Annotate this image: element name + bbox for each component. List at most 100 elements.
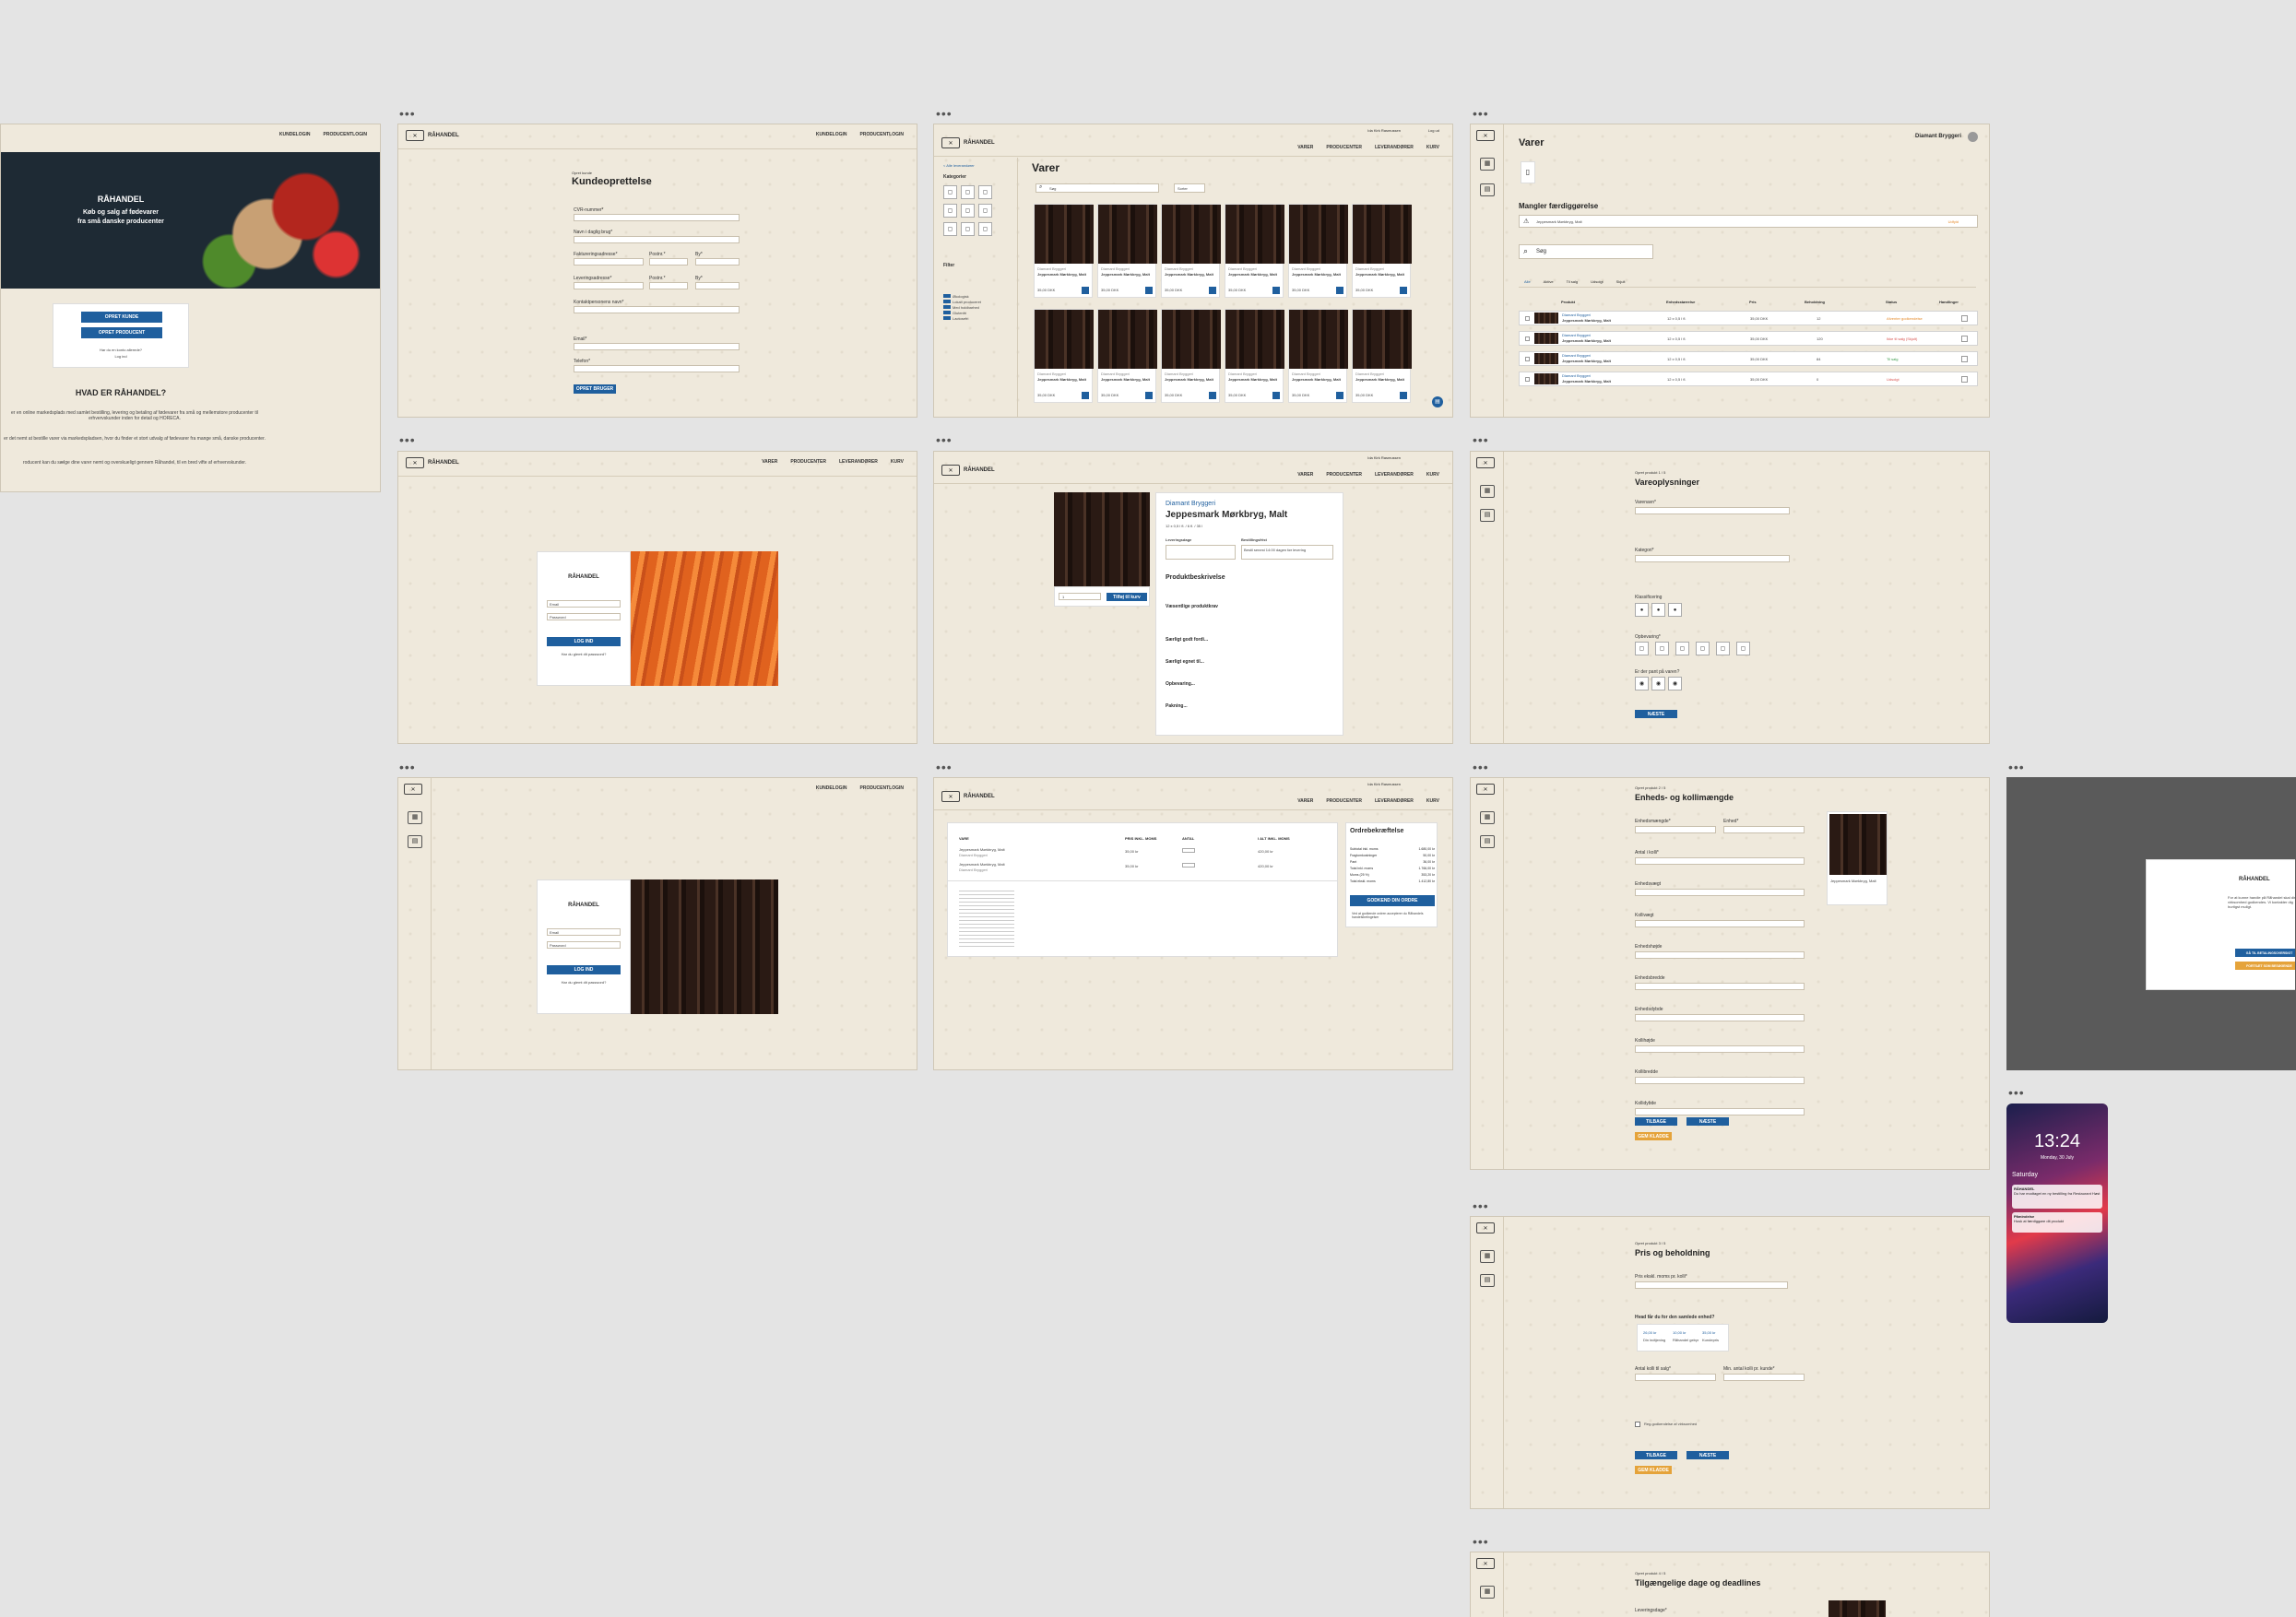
- product-card[interactable]: Diamant Bryggeri Jeppesmark Mørkbryg, Mal…: [1225, 204, 1284, 298]
- category-icon[interactable]: ▢: [943, 222, 957, 236]
- logo[interactable]: ✕: [1476, 784, 1495, 795]
- logout-link[interactable]: Log ud: [1428, 128, 1439, 133]
- billing-input[interactable]: [574, 258, 644, 266]
- storage-icon[interactable]: ▢: [1716, 642, 1730, 655]
- quantity-stepper[interactable]: [1182, 848, 1195, 853]
- tab-active[interactable]: Aktive: [1544, 279, 1554, 284]
- tab-all[interactable]: Alle: [1524, 279, 1531, 284]
- nav-kundelogin[interactable]: KUNDELOGIN: [816, 785, 847, 791]
- payment-overview-button[interactable]: GÅ TIL BETALINGSOVERSIGT: [2235, 949, 2295, 957]
- create-user-button[interactable]: OPRET BRUGER: [574, 384, 616, 394]
- classification-icon[interactable]: ●: [1635, 603, 1649, 617]
- step2-input[interactable]: [1635, 1077, 1805, 1084]
- product-card[interactable]: Diamant Bryggeri Jeppesmark Mørkbryg, Mal…: [1288, 309, 1348, 403]
- producer-name[interactable]: Diamant Bryggeri: [1166, 501, 1215, 507]
- email-field[interactable]: Email: [547, 928, 621, 936]
- search-input[interactable]: ⌕ Søg: [1519, 244, 1653, 259]
- nav-kundelogin[interactable]: KUNDELOGIN: [279, 132, 311, 137]
- product-card[interactable]: Diamant Bryggeri Jeppesmark Mørkbryg, Mal…: [1352, 309, 1412, 403]
- price-input[interactable]: [1635, 1281, 1788, 1289]
- category-icon[interactable]: ▢: [961, 185, 975, 199]
- orders-icon[interactable]: ▤: [408, 835, 422, 848]
- add-to-cart-button[interactable]: Tilføj til kurv: [1107, 593, 1147, 601]
- storage-icon[interactable]: ▢: [1655, 642, 1669, 655]
- row-checkbox[interactable]: [1525, 316, 1530, 321]
- step2-input[interactable]: [1635, 1014, 1805, 1021]
- approval-checkbox[interactable]: [1635, 1422, 1640, 1427]
- add-to-cart-icon[interactable]: [1272, 392, 1280, 399]
- product-card[interactable]: Diamant Bryggeri Jeppesmark Mørkbryg, Mal…: [1034, 309, 1094, 403]
- products-icon[interactable]: ▦: [1480, 1250, 1495, 1263]
- min-order-input[interactable]: [1723, 1374, 1805, 1381]
- storage-icon[interactable]: ▢: [1675, 642, 1689, 655]
- sort-select[interactable]: Sorter: [1174, 183, 1205, 193]
- password-field[interactable]: Password: [547, 941, 621, 949]
- add-to-cart-icon[interactable]: [1209, 392, 1216, 399]
- nav-varer[interactable]: VARER: [1297, 472, 1313, 478]
- nav-kurv[interactable]: KURV: [1426, 145, 1439, 150]
- chat-icon[interactable]: ▤: [1432, 396, 1443, 407]
- nav-leverandoerer[interactable]: LEVERANDØRER: [839, 459, 878, 465]
- notification[interactable]: Påmindelse Husk at færdiggøre dit produkt: [2012, 1212, 2102, 1233]
- logo[interactable]: ✕: [1476, 457, 1495, 468]
- delivery-input[interactable]: [574, 282, 644, 289]
- logo[interactable]: ✕: [1476, 1222, 1495, 1233]
- table-row[interactable]: Diamant Bryggeri Jeppesmark Mørkbryg, Mal…: [1519, 311, 1978, 325]
- nav-producentlogin[interactable]: PRODUCENTLOGIN: [324, 132, 368, 137]
- logo[interactable]: ✕: [404, 784, 422, 795]
- create-customer-button[interactable]: OPRET KUNDE: [81, 312, 162, 323]
- orders-icon[interactable]: ▤: [1480, 183, 1495, 196]
- nav-kurv[interactable]: KURV: [1426, 798, 1439, 804]
- breadcrumb[interactable]: < Alle leverandører: [943, 163, 975, 168]
- category-icon[interactable]: ▢: [943, 185, 957, 199]
- category-icon[interactable]: ▢: [978, 204, 992, 218]
- step2-input[interactable]: [1635, 983, 1805, 990]
- add-product-card[interactable]: ▯: [1521, 161, 1535, 183]
- continue-visitor-button[interactable]: FORTSÆT SOM BESØGENDE: [2235, 962, 2295, 970]
- name-input[interactable]: [574, 236, 740, 243]
- step2-input[interactable]: [1635, 1045, 1805, 1053]
- product-card[interactable]: Diamant Bryggeri Jeppesmark Mørkbryg, Mal…: [1352, 204, 1412, 298]
- classification-icon[interactable]: ●: [1668, 603, 1682, 617]
- nav-producentlogin[interactable]: PRODUCENTLOGIN: [860, 132, 905, 137]
- step2-input[interactable]: [1635, 920, 1805, 927]
- pending-item[interactable]: ⚠ Jeppesmark Mørkbryg, Malt Udfyld: [1519, 215, 1978, 228]
- product-card[interactable]: Diamant Bryggeri Jeppesmark Mørkbryg, Mal…: [1161, 204, 1221, 298]
- nav-leverandoerer[interactable]: LEVERANDØRER: [1375, 472, 1414, 478]
- category-icon[interactable]: ▢: [978, 185, 992, 199]
- filter-item[interactable]: Glutenfri: [953, 311, 966, 315]
- next-button[interactable]: NÆSTE: [1635, 710, 1677, 718]
- quantity-stepper[interactable]: 1: [1059, 593, 1101, 600]
- unit-select[interactable]: [1723, 826, 1805, 833]
- nav-kurv[interactable]: KURV: [1426, 472, 1439, 478]
- nav-producenter[interactable]: PRODUCENTER: [1326, 798, 1362, 804]
- classification-icon[interactable]: ●: [1651, 603, 1665, 617]
- category-icon[interactable]: ▢: [943, 204, 957, 218]
- complete-link[interactable]: Udfyld: [1948, 219, 1959, 224]
- logo[interactable]: ✕: [1476, 1558, 1495, 1569]
- phone-field[interactable]: [574, 365, 740, 372]
- company-avatar[interactable]: [1968, 132, 1978, 142]
- logo[interactable]: ✕ RÅHANDEL: [941, 791, 995, 802]
- products-icon[interactable]: ▦: [1480, 1586, 1495, 1599]
- category-icon[interactable]: ▢: [961, 204, 975, 218]
- add-to-cart-icon[interactable]: [1209, 287, 1216, 294]
- nav-kundelogin[interactable]: KUNDELOGIN: [816, 132, 847, 137]
- products-icon[interactable]: ▦: [1480, 158, 1495, 171]
- next-button[interactable]: NÆSTE: [1686, 1117, 1729, 1126]
- quantity-stepper[interactable]: [1182, 863, 1195, 868]
- product-name-input[interactable]: [1635, 507, 1790, 514]
- product-card[interactable]: Diamant Bryggeri Jeppesmark Mørkbryg, Mal…: [1097, 204, 1157, 298]
- add-to-cart-icon[interactable]: [1400, 287, 1407, 294]
- product-card[interactable]: Diamant Bryggeri Jeppesmark Mørkbryg, Mal…: [1288, 204, 1348, 298]
- product-card[interactable]: Diamant Bryggeri Jeppesmark Mørkbryg, Mal…: [1225, 309, 1284, 403]
- row-checkbox[interactable]: [1525, 357, 1530, 361]
- create-producer-button[interactable]: OPRET PRODUCENT: [81, 327, 162, 338]
- step2-input[interactable]: [1635, 1108, 1805, 1115]
- save-draft-button[interactable]: GEM KLADDE: [1635, 1466, 1672, 1474]
- zip-input[interactable]: [649, 258, 688, 266]
- city-input[interactable]: [695, 258, 740, 266]
- storage-icon[interactable]: ▢: [1696, 642, 1710, 655]
- row-checkbox[interactable]: [1525, 377, 1530, 382]
- save-draft-button[interactable]: GEM KLADDE: [1635, 1132, 1672, 1140]
